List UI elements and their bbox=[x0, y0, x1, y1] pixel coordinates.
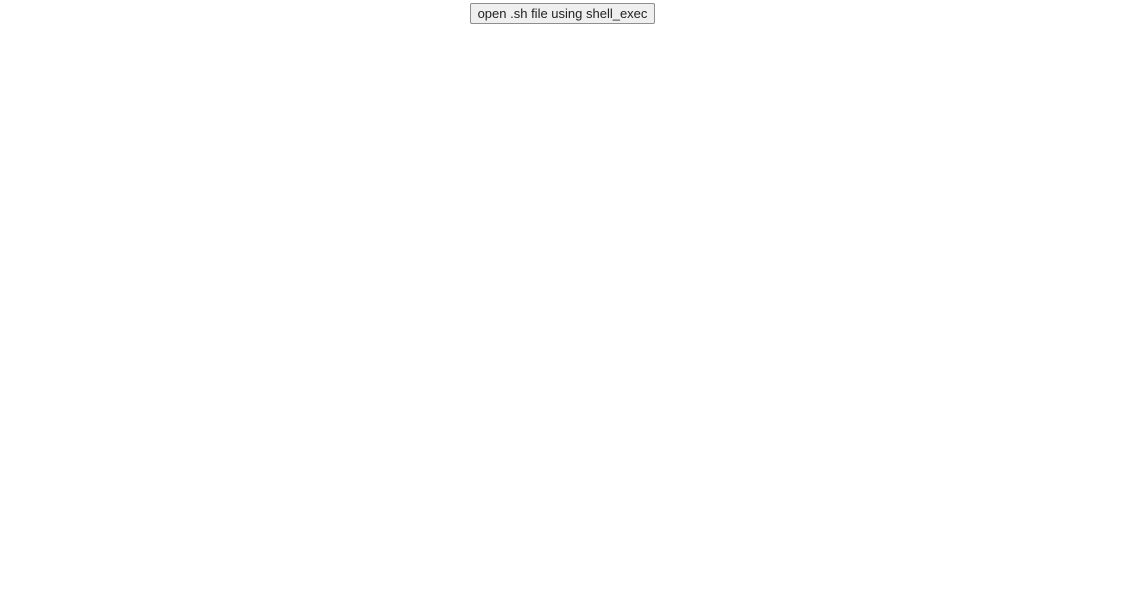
open-sh-file-button[interactable]: open .sh file using shell_exec bbox=[470, 3, 656, 24]
